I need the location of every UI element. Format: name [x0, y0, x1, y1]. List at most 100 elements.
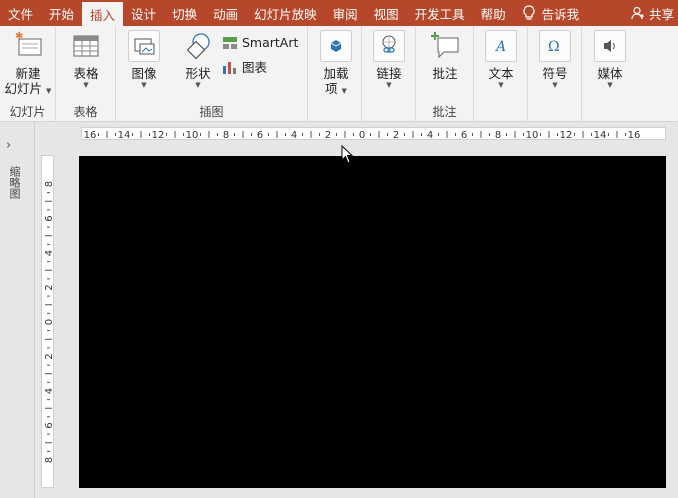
tab-file[interactable]: 文件 — [0, 0, 41, 26]
chevron-down-icon: ▼ — [341, 87, 347, 95]
chevron-right-icon[interactable]: › — [6, 138, 11, 153]
ruler-label: 12 — [560, 130, 573, 140]
table-icon — [70, 30, 102, 62]
group-label-illustrations: 插图 — [199, 105, 224, 119]
group-label-tables: 表格 — [73, 105, 98, 119]
share-label: 共享 — [648, 6, 674, 22]
ruler-label: 8 — [495, 130, 501, 140]
tab-slideshow[interactable]: 幻灯片放映 — [246, 0, 325, 26]
slide-canvas[interactable] — [79, 156, 666, 488]
ruler-label: 6 — [461, 130, 467, 140]
new-slide-label-2: 幻灯片 — [4, 81, 43, 96]
mouse-cursor-icon — [341, 145, 354, 164]
ruler-label: 8 — [223, 130, 229, 140]
ruler-label: 2 — [325, 130, 331, 140]
ruler-label: 2 — [44, 353, 54, 359]
omega-icon: Ω — [539, 30, 571, 62]
tab-review[interactable]: 审阅 — [325, 0, 366, 26]
ruler-label: 6 — [44, 422, 54, 428]
text-icon: A — [485, 30, 517, 62]
new-slide-label-1: 新建 — [15, 66, 41, 81]
tab-home[interactable]: 开始 — [41, 0, 82, 26]
ruler-label: 6 — [44, 215, 54, 221]
ruler-label: 4 — [427, 130, 433, 140]
ruler-label: 0 — [44, 319, 54, 325]
share-button[interactable]: 共享 — [631, 0, 678, 26]
svg-text:A: A — [494, 39, 506, 55]
addins-button[interactable]: 加载 项 ▼ — [318, 30, 354, 96]
image-icon — [128, 30, 160, 62]
ruler-label: 14 — [118, 130, 131, 140]
ribbon-panel: ✱ 新建 幻灯片 ▼ 幻灯片 表格 ▼ 表格 图像 ▼ 形状 ▼ SmartAr… — [0, 26, 678, 122]
ribbon-tab-bar: 文件 开始 插入 设计 切换 动画 幻灯片放映 审阅 视图 开发工具 帮助 告诉… — [0, 0, 678, 26]
tab-design[interactable]: 设计 — [123, 0, 164, 26]
symbols-label: 符号 — [542, 66, 568, 81]
group-label-slides: 幻灯片 — [9, 105, 46, 119]
table-label: 表格 — [73, 66, 99, 81]
addins-label-2: 项 — [325, 81, 338, 96]
tab-insert[interactable]: 插入 — [82, 2, 124, 26]
symbols-button[interactable]: Ω 符号 ▼ — [537, 30, 573, 90]
tell-me-box[interactable]: 告诉我 — [514, 0, 590, 26]
image-button[interactable]: 图像 ▼ — [122, 30, 166, 90]
group-slides: ✱ 新建 幻灯片 ▼ 幻灯片 — [0, 26, 56, 122]
ruler-label: 12 — [152, 130, 165, 140]
tab-help[interactable]: 帮助 — [473, 0, 514, 26]
media-button[interactable]: 媒体 ▼ — [591, 30, 629, 90]
comment-label: 批注 — [432, 66, 458, 81]
media-label: 媒体 — [597, 66, 623, 81]
ruler-label: 6 — [257, 130, 263, 140]
comment-button[interactable]: 批注 — [426, 30, 464, 81]
group-addins: 加载 项 ▼ — [308, 26, 362, 122]
tab-developer[interactable]: 开发工具 — [407, 0, 473, 26]
svg-text:Ω: Ω — [548, 39, 560, 55]
ruler-label: 4 — [44, 388, 54, 394]
smartart-button[interactable]: SmartArt — [222, 35, 298, 50]
text-button[interactable]: A 文本 ▼ — [483, 30, 519, 90]
image-label: 图像 — [131, 66, 157, 81]
tab-animations[interactable]: 动画 — [205, 0, 246, 26]
group-label-comments: 批注 — [432, 105, 457, 119]
tab-view[interactable]: 视图 — [366, 0, 407, 26]
new-slide-icon: ✱ — [12, 30, 44, 62]
chevron-down-icon: ▼ — [498, 81, 504, 89]
tab-transitions[interactable]: 切换 — [164, 0, 205, 26]
ruler-label: 16 — [628, 130, 641, 140]
chevron-down-icon: ▼ — [552, 81, 558, 89]
ruler-label: 4 — [44, 250, 54, 256]
chevron-down-icon: ▼ — [607, 81, 613, 89]
comment-icon — [429, 30, 461, 62]
speaker-icon — [594, 30, 626, 62]
chevron-down-icon: ▼ — [46, 87, 52, 95]
smartart-icon — [223, 36, 237, 49]
link-icon — [373, 30, 405, 62]
chevron-down-icon: ▼ — [195, 81, 201, 89]
new-slide-button[interactable]: ✱ 新建 幻灯片 ▼ — [2, 30, 54, 96]
horizontal-ruler: 16 14 12 10 8 6 4 2 0 2 4 6 8 10 12 14 16 — [81, 127, 666, 140]
ruler-label: 14 — [594, 130, 607, 140]
ruler-label: 2 — [44, 284, 54, 290]
ruler-label: 16 — [84, 130, 97, 140]
svg-text:✱: ✱ — [15, 31, 23, 42]
links-label: 链接 — [376, 66, 402, 81]
table-button[interactable]: 表格 ▼ — [62, 30, 110, 90]
shapes-button[interactable]: 形状 ▼ — [176, 30, 220, 90]
lightbulb-icon — [523, 5, 535, 20]
ruler-label: 10 — [186, 130, 199, 140]
tell-me-label: 告诉我 — [541, 6, 580, 22]
ruler-label: 8 — [44, 457, 54, 463]
links-button[interactable]: 链接 ▼ — [371, 30, 407, 90]
group-illustrations: 图像 ▼ 形状 ▼ SmartArt 图表 插图 — [116, 26, 308, 122]
group-comments: 批注 批注 — [416, 26, 474, 122]
group-media: 媒体 ▼ — [582, 26, 638, 122]
chevron-down-icon: ▼ — [141, 81, 147, 89]
smartart-label: SmartArt — [242, 35, 299, 50]
person-icon — [631, 6, 644, 20]
text-label: 文本 — [488, 66, 514, 81]
ruler-label: 8 — [44, 181, 54, 187]
shapes-label: 形状 — [185, 66, 211, 81]
group-symbols: Ω 符号 ▼ — [528, 26, 582, 122]
chart-button[interactable]: 图表 — [222, 57, 267, 76]
shapes-icon — [182, 30, 214, 62]
thumbnail-pane: › 缩略图 — [0, 122, 35, 498]
